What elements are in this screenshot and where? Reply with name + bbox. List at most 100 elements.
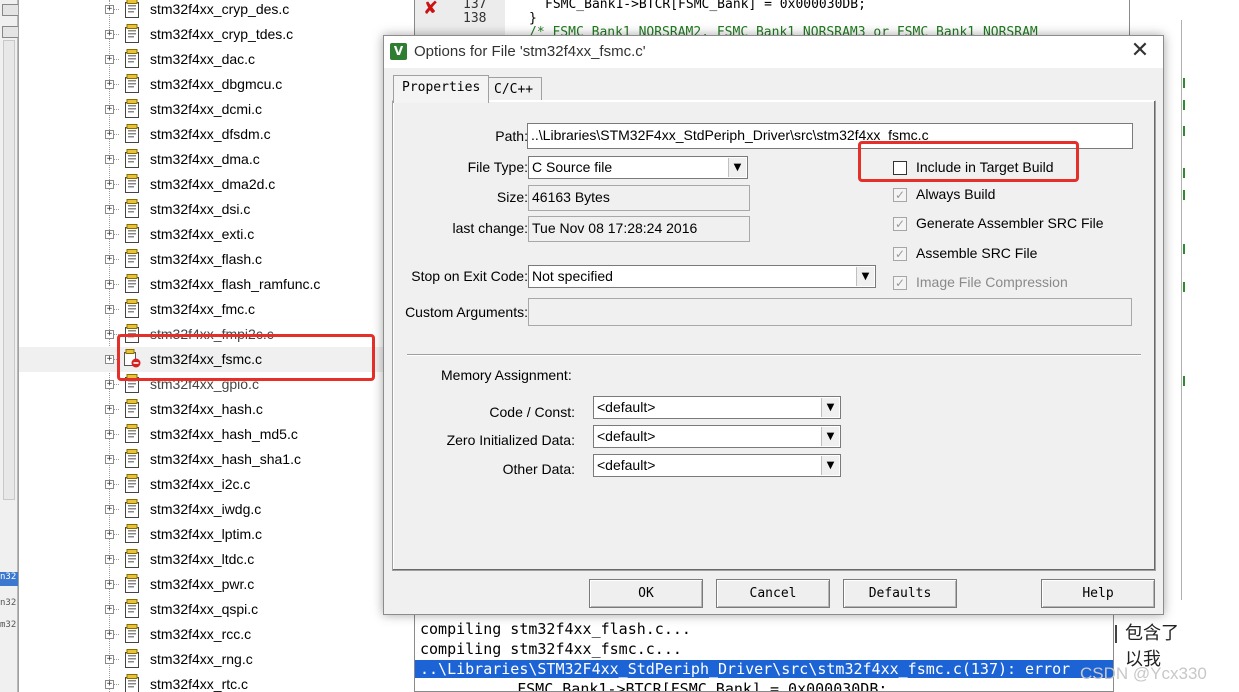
scrollbar[interactable]: [3, 40, 15, 500]
tree-item-label: stm32f4xx_dcmi.c: [150, 101, 263, 117]
tree-item[interactable]: + stm32f4xx_flash.c: [19, 247, 385, 272]
expand-plus-icon[interactable]: +: [105, 105, 114, 114]
ok-button[interactable]: OK: [589, 579, 703, 608]
expand-plus-icon[interactable]: +: [105, 155, 114, 164]
tree-item[interactable]: + stm32f4xx_dma.c: [19, 147, 385, 172]
tree-item-label: stm32f4xx_hash_md5.c: [150, 426, 298, 442]
expand-plus-icon[interactable]: +: [105, 430, 114, 439]
expand-plus-icon[interactable]: +: [105, 230, 114, 239]
other-data-select[interactable]: <default> ▼: [593, 454, 841, 477]
c-file-icon: [124, 124, 141, 144]
tree-item[interactable]: + stm32f4xx_rng.c: [19, 647, 385, 672]
tree-item-label: stm32f4xx_flash_ramfunc.c: [150, 276, 321, 292]
tree-item[interactable]: + stm32f4xx_rtc.c: [19, 672, 385, 692]
chevron-down-icon: ▼: [821, 398, 839, 417]
expand-plus-icon[interactable]: +: [105, 255, 114, 264]
expand-plus-icon[interactable]: +: [105, 405, 114, 414]
annotation-highlight-fsmc: [117, 334, 375, 381]
close-button[interactable]: ✕: [1117, 36, 1163, 68]
tree-item[interactable]: + stm32f4xx_rcc.c: [19, 622, 385, 647]
expand-plus-icon[interactable]: +: [105, 55, 114, 64]
check-icon: ✓: [893, 188, 907, 202]
code-const-select[interactable]: <default> ▼: [593, 396, 841, 419]
tree-item[interactable]: + stm32f4xx_i2c.c: [19, 472, 385, 497]
tree-item[interactable]: + stm32f4xx_dfsdm.c: [19, 122, 385, 147]
tree-item[interactable]: + stm32f4xx_dac.c: [19, 47, 385, 72]
tree-item[interactable]: + stm32f4xx_dsi.c: [19, 197, 385, 222]
tab-c-cpp[interactable]: C/C++: [485, 77, 543, 101]
output-error-line[interactable]: ..\Libraries\STM32F4xx_StdPeriph_Driver\…: [415, 660, 1113, 678]
annotation-highlight-include: [858, 141, 1079, 182]
file-type-value: C Source file: [532, 159, 613, 175]
expand-plus-icon[interactable]: +: [105, 555, 114, 564]
tree-item[interactable]: + stm32f4xx_cryp_des.c: [19, 0, 385, 22]
tree-item[interactable]: + stm32f4xx_iwdg.c: [19, 497, 385, 522]
expand-plus-icon[interactable]: +: [105, 655, 114, 664]
custom-args-label: Custom Arguments:: [405, 304, 528, 320]
other-data-value: <default>: [597, 457, 656, 473]
c-file-icon: [124, 174, 141, 194]
defaults-button[interactable]: Defaults: [843, 579, 957, 608]
checkbox-label: Image File Compression: [916, 274, 1068, 290]
last-change-label: last change:: [452, 220, 529, 236]
expand-plus-icon[interactable]: +: [105, 630, 114, 639]
c-file-icon: [124, 674, 141, 692]
c-file-icon: [124, 74, 141, 94]
dialog-titlebar[interactable]: V Options for File 'stm32f4xx_fsmc.c' ✕: [384, 36, 1163, 68]
tree-item-label: stm32f4xx_cryp_tdes.c: [150, 26, 294, 42]
c-file-icon: [124, 149, 141, 169]
tab-properties[interactable]: Properties: [393, 75, 490, 103]
expand-plus-icon[interactable]: +: [105, 5, 114, 14]
file-type-select[interactable]: C Source file ▼: [528, 156, 748, 179]
tree-item[interactable]: + stm32f4xx_hash_sha1.c: [19, 447, 385, 472]
expand-plus-icon[interactable]: +: [105, 80, 114, 89]
stop-on-exit-select[interactable]: Not specified ▼: [528, 265, 876, 288]
expand-plus-icon[interactable]: +: [105, 180, 114, 189]
expand-plus-icon[interactable]: +: [105, 355, 114, 364]
tree-item[interactable]: + stm32f4xx_hash.c: [19, 397, 385, 422]
tree-item-label: stm32f4xx_dma2d.c: [150, 176, 276, 192]
expand-plus-icon[interactable]: +: [105, 605, 114, 614]
tree-item[interactable]: + stm32f4xx_dcmi.c: [19, 97, 385, 122]
chevron-down-icon: ▼: [856, 267, 874, 286]
code-editor[interactable]: ✘ 137 138 FSMC_Bank1->BTCR[FSMC_Bank] = …: [414, 0, 1130, 40]
other-data-label: Other Data:: [502, 461, 575, 477]
tree-item[interactable]: + stm32f4xx_qspi.c: [19, 597, 385, 622]
expand-plus-icon[interactable]: +: [105, 505, 114, 514]
tree-item[interactable]: + stm32f4xx_dbgmcu.c: [19, 72, 385, 97]
zero-init-select[interactable]: <default> ▼: [593, 425, 841, 448]
expand-plus-icon[interactable]: +: [105, 455, 114, 464]
expand-plus-icon[interactable]: +: [105, 580, 114, 589]
tree-item[interactable]: + stm32f4xx_flash_ramfunc.c: [19, 272, 385, 297]
expand-plus-icon[interactable]: +: [105, 30, 114, 39]
expand-plus-icon[interactable]: +: [105, 280, 114, 289]
tree-item[interactable]: + stm32f4xx_hash_md5.c: [19, 422, 385, 447]
expand-plus-icon[interactable]: +: [105, 680, 114, 689]
tree-item[interactable]: + stm32f4xx_lptim.c: [19, 522, 385, 547]
output-line: FSMC_Bank1->BTCR[FSMC_Bank] = 0x000030DB…: [481, 680, 888, 692]
expand-plus-icon[interactable]: +: [105, 380, 114, 389]
tree-item[interactable]: + stm32f4xx_pwr.c: [19, 572, 385, 597]
expand-plus-icon[interactable]: +: [105, 330, 114, 339]
tree-item-label: stm32f4xx_dbgmcu.c: [150, 76, 283, 92]
tree-item[interactable]: + stm32f4xx_dma2d.c: [19, 172, 385, 197]
expand-plus-icon[interactable]: +: [105, 130, 114, 139]
c-file-icon: [124, 499, 141, 519]
chevron-down-icon: ▼: [728, 158, 746, 177]
custom-args-field[interactable]: [528, 298, 1132, 326]
tree-item-label: stm32f4xx_flash.c: [150, 251, 263, 267]
cancel-button[interactable]: Cancel: [716, 579, 830, 608]
tree-item[interactable]: + stm32f4xx_exti.c: [19, 222, 385, 247]
tree-item[interactable]: + stm32f4xx_cryp_tdes.c: [19, 22, 385, 47]
expand-plus-icon[interactable]: +: [105, 205, 114, 214]
memory-heading: Memory Assignment:: [441, 367, 572, 383]
mini-label: m32: [0, 620, 17, 630]
tree-item[interactable]: + stm32f4xx_fmc.c: [19, 297, 385, 322]
output-line: compiling stm32f4xx_fsmc.c...: [420, 640, 682, 658]
c-file-icon: [124, 49, 141, 69]
help-button[interactable]: Help: [1041, 579, 1155, 608]
expand-plus-icon[interactable]: +: [105, 480, 114, 489]
expand-plus-icon[interactable]: +: [105, 305, 114, 314]
expand-plus-icon[interactable]: +: [105, 530, 114, 539]
tree-item[interactable]: + stm32f4xx_ltdc.c: [19, 547, 385, 572]
